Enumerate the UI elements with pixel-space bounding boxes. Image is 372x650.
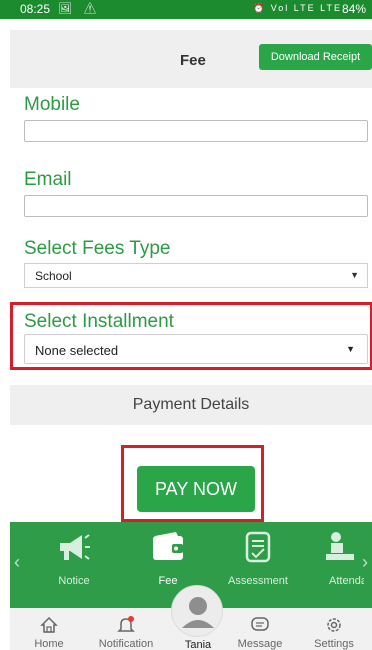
fees-type-select[interactable]: School ▼ <box>24 263 368 288</box>
mobile-field[interactable] <box>24 120 368 142</box>
megaphone-icon <box>60 534 90 560</box>
signal-icons: ⏰ Vol LTE LTE <box>253 3 342 13</box>
fees-type-value: School <box>35 269 72 283</box>
nav-message[interactable]: Message <box>224 608 296 650</box>
home-icon <box>40 616 58 633</box>
wallet-icon <box>153 532 183 560</box>
avatar-name: Tania <box>184 639 212 650</box>
clipboard-icon <box>245 531 271 563</box>
avatar[interactable] <box>171 585 223 637</box>
status-time: 08:25 <box>20 2 51 16</box>
nav-notification[interactable]: Notification <box>90 608 162 650</box>
bell-icon <box>117 616 135 632</box>
chevron-left-icon[interactable]: ‹ <box>14 552 20 573</box>
page-title: Fee <box>180 52 206 69</box>
payment-details-bar[interactable]: Payment Details <box>10 385 372 425</box>
attendance-icon <box>326 532 354 560</box>
nav-label: Message <box>237 638 283 650</box>
download-receipt-button[interactable]: Download Receipt <box>259 44 372 70</box>
nav-home[interactable]: Home <box>13 608 85 650</box>
email-field[interactable] <box>24 195 368 217</box>
nav-label: Settings <box>314 638 354 650</box>
installment-label: Select Installment <box>24 311 174 332</box>
status-bar: 08:25 🖼 ⚠ ⏰ Vol LTE LTE 84% <box>0 0 372 19</box>
mobile-label: Mobile <box>24 94 80 115</box>
tab-label: Assessment <box>228 575 288 587</box>
email-label: Email <box>24 169 72 190</box>
message-icon <box>251 617 269 631</box>
nav-label: Notification <box>98 638 154 650</box>
installment-select[interactable]: None selected ▼ <box>24 334 368 364</box>
notification-icons: 🖼 ⚠ <box>58 3 101 15</box>
page-header: Fee Download Receipt <box>10 30 372 88</box>
nav-settings[interactable]: Settings <box>298 608 370 650</box>
tab-label: Attenda <box>329 575 364 587</box>
user-avatar-icon <box>182 597 214 628</box>
tab-assessment[interactable]: Assessment <box>214 522 302 608</box>
tab-notice[interactable]: Notice <box>30 522 118 608</box>
tab-attendance[interactable]: Attenda <box>304 522 364 608</box>
pay-now-button[interactable]: PAY NOW <box>137 466 255 512</box>
nav-label: Home <box>34 638 64 650</box>
fees-type-label: Select Fees Type <box>24 238 171 259</box>
chevron-right-icon[interactable]: › <box>362 552 368 573</box>
dropdown-arrow-icon: ▼ <box>350 270 359 280</box>
dropdown-arrow-icon: ▼ <box>346 344 355 354</box>
tab-label: Notice <box>58 575 90 587</box>
installment-value: None selected <box>35 343 119 358</box>
battery-indicator: 84% <box>341 2 366 16</box>
gear-icon <box>327 618 341 632</box>
